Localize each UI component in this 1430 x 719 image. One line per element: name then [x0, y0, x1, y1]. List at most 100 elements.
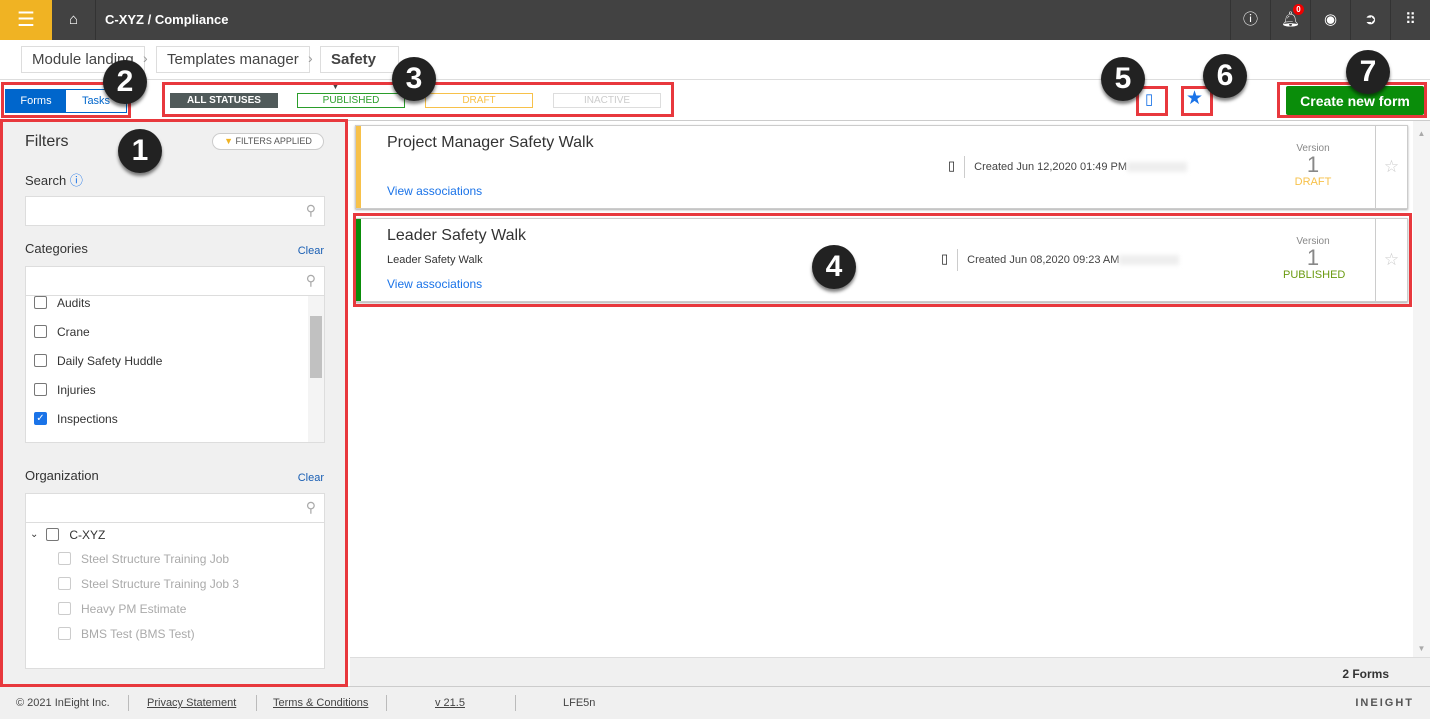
callout-6: 6	[1203, 54, 1247, 98]
callout-3: 3	[392, 57, 436, 101]
callout-5: 5	[1101, 57, 1145, 101]
view-associations-link[interactable]: View associations	[387, 184, 482, 198]
form-subtitle: Leader Safety Walk	[387, 254, 483, 266]
user-icon[interactable]: ◉	[1310, 0, 1350, 40]
org-root-label: C-XYZ	[69, 527, 106, 542]
chevron-right-icon: ›	[143, 50, 148, 66]
checkbox[interactable]	[58, 577, 71, 590]
org-root-item[interactable]: ⌄ C-XYZ	[26, 523, 324, 546]
breadcrumb-templates-manager[interactable]: Templates manager	[156, 46, 310, 73]
info-icon[interactable]: ⓘ	[70, 173, 83, 188]
status-inactive[interactable]: INACTIVE	[553, 93, 661, 108]
category-label: Inspections	[57, 411, 118, 426]
breadcrumb-safety-dropdown[interactable]: Safety ▼	[320, 46, 399, 91]
form-title[interactable]: Project Manager Safety Walk	[387, 134, 594, 152]
form-card[interactable]: Project Manager Safety Walk View associa…	[355, 125, 1408, 209]
org-item[interactable]: Heavy PM Estimate	[50, 596, 324, 621]
mobile-filter-icon[interactable]: ▯	[1145, 90, 1153, 108]
category-label: Injuries	[57, 382, 96, 397]
forms-list: Project Manager Safety Walk View associa…	[350, 121, 1413, 657]
redacted-author	[1127, 162, 1188, 172]
checkbox[interactable]	[34, 296, 47, 309]
checkbox[interactable]	[58, 602, 71, 615]
checkbox[interactable]	[34, 383, 47, 396]
checkbox[interactable]	[46, 528, 60, 541]
forms-tab[interactable]: Forms	[6, 90, 66, 112]
search-icon: ⚲	[305, 272, 316, 288]
version-block: Version 1 PUBLISHED	[1283, 236, 1346, 281]
list-footer: 2 Forms	[350, 657, 1430, 686]
help-icon[interactable]: ⓘ	[1230, 0, 1270, 40]
org-item[interactable]: BMS Test (BMS Test)	[50, 621, 324, 646]
forms-count: 2 Forms	[1342, 667, 1389, 681]
status-draft[interactable]: DRAFT	[425, 93, 533, 108]
page-footer: © 2021 InEight Inc. Privacy Statement Te…	[0, 686, 1430, 719]
category-label: Audits	[57, 295, 91, 310]
category-label: Daily Safety Huddle	[57, 353, 163, 368]
categories-search-input[interactable]: ⚲	[25, 266, 325, 296]
hamburger-icon[interactable]: ☰	[0, 0, 52, 40]
org-item[interactable]: Steel Structure Training Job 3	[50, 571, 324, 596]
search-label-text: Search	[25, 173, 67, 188]
build-code: LFE5n	[563, 697, 596, 709]
callout-4: 4	[812, 245, 856, 289]
status-color-bar	[356, 126, 361, 208]
chevron-down-icon[interactable]: ⌄	[30, 529, 38, 540]
category-item[interactable]: Injuries	[26, 375, 324, 404]
view-associations-link[interactable]: View associations	[387, 277, 482, 291]
form-card[interactable]: Leader Safety Walk Leader Safety Walk Vi…	[355, 218, 1408, 302]
version-link[interactable]: v 21.5	[435, 697, 465, 709]
mobile-icon: ▯	[941, 250, 949, 266]
org-item[interactable]: Steel Structure Training Job	[50, 546, 324, 571]
status-all[interactable]: ALL STATUSES	[170, 93, 278, 108]
favorite-star-icon[interactable]: ☆	[1375, 219, 1407, 301]
checkbox[interactable]	[58, 627, 71, 640]
category-item[interactable]: ✓ Inspections	[26, 404, 324, 433]
form-status: PUBLISHED	[1283, 269, 1346, 281]
favorite-filter-star-icon[interactable]: ★	[1186, 87, 1203, 110]
checkbox[interactable]	[34, 325, 47, 338]
categories-clear-link[interactable]: Clear	[298, 245, 324, 257]
category-item[interactable]: Daily Safety Huddle	[26, 346, 324, 375]
organization-label: Organization	[25, 468, 99, 483]
breadcrumb-safety-label: Safety	[331, 51, 377, 68]
filters-panel: Filters ▼ FILTERS APPLIED Search ⓘ ⚲ Cat…	[0, 121, 348, 686]
signout-icon[interactable]: ➲	[1350, 0, 1390, 40]
search-input[interactable]: ⚲	[25, 196, 325, 226]
checkbox[interactable]	[34, 354, 47, 367]
apps-grid-icon[interactable]: ⠿	[1390, 0, 1430, 40]
terms-link[interactable]: Terms & Conditions	[273, 697, 368, 709]
main-scrollbar[interactable]: ▲ ▼	[1413, 121, 1430, 657]
org-label: Steel Structure Training Job	[81, 551, 230, 566]
category-label: Crane	[57, 324, 90, 339]
organization-clear-link[interactable]: Clear	[298, 472, 324, 484]
privacy-link[interactable]: Privacy Statement	[147, 697, 236, 709]
callout-2: 2	[103, 60, 147, 104]
callout-1: 1	[118, 129, 162, 173]
bell-icon[interactable]: 🔔︎ 0	[1270, 0, 1310, 40]
status-published[interactable]: PUBLISHED	[297, 93, 405, 108]
search-icon: ⚲	[305, 202, 316, 218]
org-label: Heavy PM Estimate	[81, 601, 187, 616]
organization-tree: ⌄ C-XYZ Steel Structure Training Job Steel…	[25, 522, 325, 669]
filters-applied-badge[interactable]: ▼ FILTERS APPLIED	[212, 133, 324, 150]
created-date: Created Jun 12,2020 01:49 PM	[974, 160, 1128, 173]
category-item[interactable]: Audits	[26, 295, 324, 317]
checkbox[interactable]	[58, 552, 71, 565]
favorite-star-icon[interactable]: ☆	[1375, 126, 1407, 208]
created-date: Created Jun 08,2020 09:23 AM	[967, 253, 1120, 266]
callout-7: 7	[1346, 50, 1390, 94]
home-icon[interactable]: ⌂	[52, 0, 96, 40]
categories-scrollbar[interactable]	[308, 296, 324, 442]
filter-icon: ▼	[224, 136, 234, 146]
notification-badge: 0	[1293, 4, 1304, 15]
app-title: C-XYZ / Compliance	[105, 12, 229, 27]
category-item[interactable]: Crane	[26, 317, 324, 346]
organization-search-input[interactable]: ⚲	[25, 493, 325, 523]
org-label: BMS Test (BMS Test)	[81, 626, 195, 641]
form-title[interactable]: Leader Safety Walk	[387, 227, 526, 245]
checkbox[interactable]: ✓	[34, 412, 47, 425]
copyright: © 2021 InEight Inc.	[16, 697, 110, 709]
search-icon: ⚲	[305, 499, 316, 515]
top-bar: ☰ ⌂ C-XYZ / Compliance ⓘ 🔔︎ 0 ◉ ➲ ⠿	[0, 0, 1430, 40]
